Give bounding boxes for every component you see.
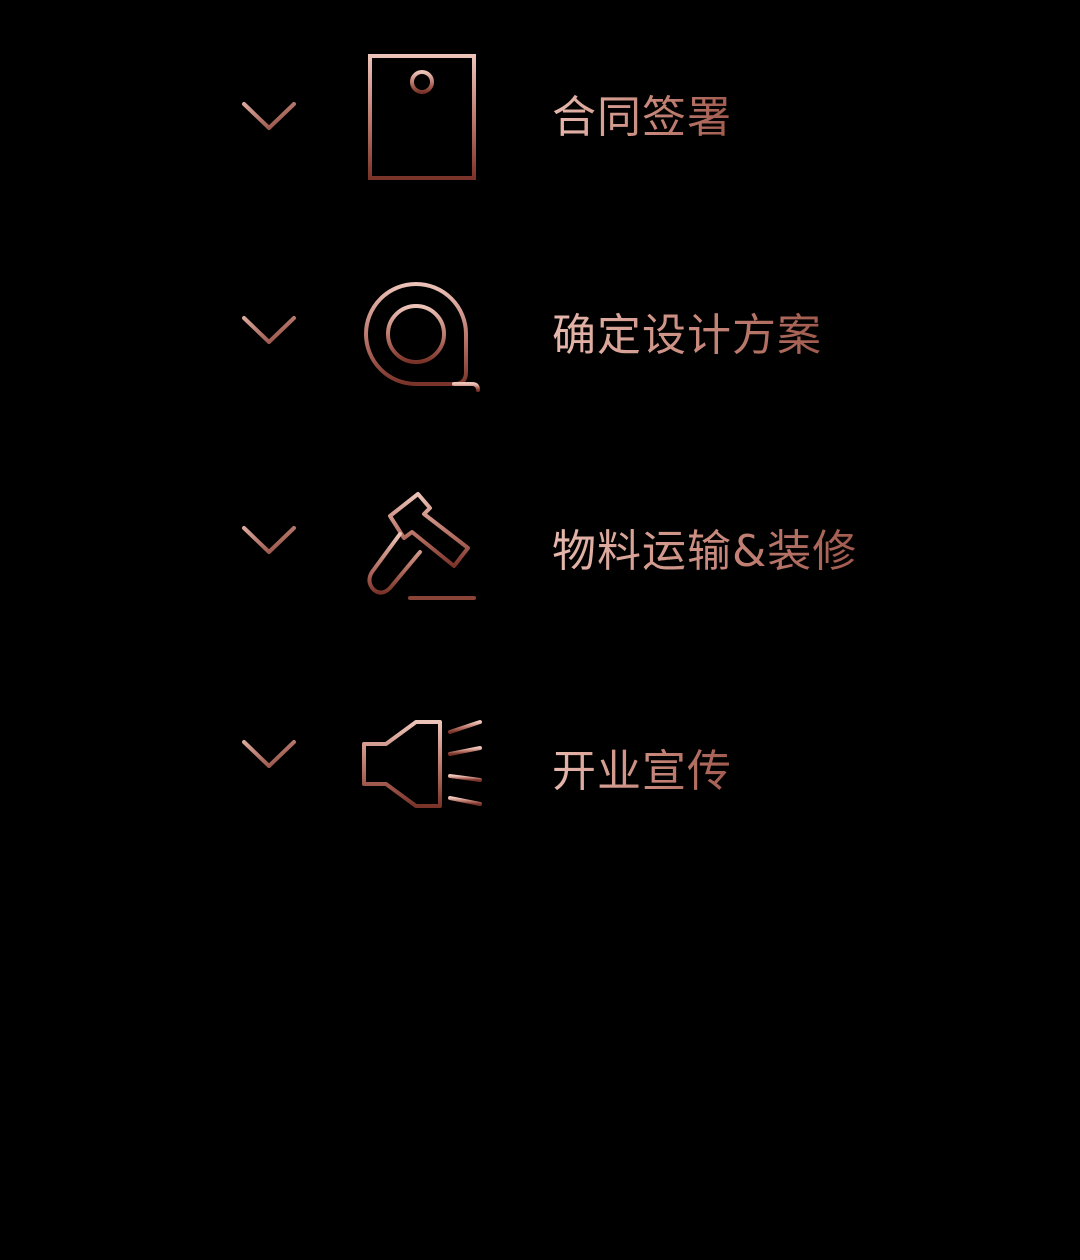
tape-measure-icon xyxy=(356,268,488,404)
step-label: 开业宣传 xyxy=(552,746,732,797)
step-design-plan: 确定设计方案 xyxy=(0,260,1080,420)
step-label: 合同签署 xyxy=(552,92,732,143)
step-label: 物料运输&装修 xyxy=(552,526,858,577)
step-opening-promotion: 开业宣传 xyxy=(0,700,1080,860)
envelope-seal-icon xyxy=(356,50,488,186)
chevron-down-icon[interactable] xyxy=(238,98,300,138)
hammer-icon xyxy=(356,486,488,622)
chevron-down-icon[interactable] xyxy=(238,312,300,352)
megaphone-icon xyxy=(356,702,488,838)
step-contract-signing: 合同签署 xyxy=(0,40,1080,200)
step-material-transport-renovation: 物料运输&装修 xyxy=(0,480,1080,640)
chevron-down-icon[interactable] xyxy=(238,522,300,562)
step-label: 确定设计方案 xyxy=(552,310,822,361)
chevron-down-icon[interactable] xyxy=(238,736,300,776)
